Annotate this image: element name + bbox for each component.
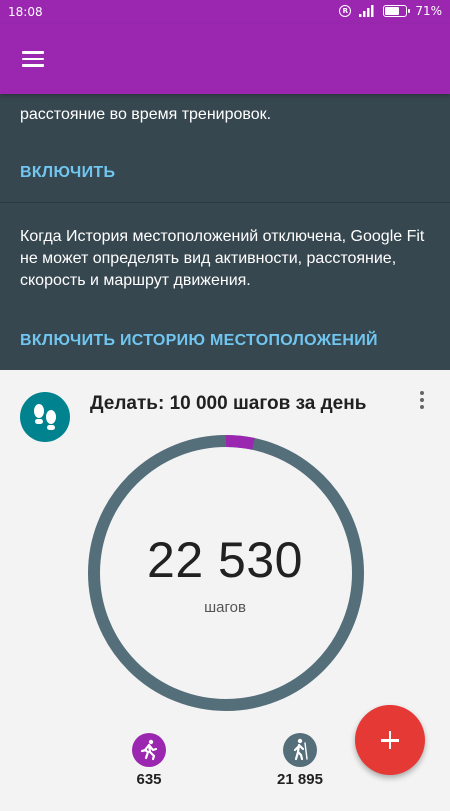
walking-value: 21 895 (277, 771, 323, 788)
running-icon (132, 733, 166, 767)
status-time: 18:08 (8, 5, 43, 19)
steps-count: 22 530 (147, 532, 303, 588)
divider (0, 202, 450, 203)
battery-icon (383, 5, 411, 17)
running-value: 635 (136, 771, 162, 788)
enable-location-history-button[interactable]: ВКЛЮЧИТЬ ИСТОРИЮ МЕСТОПОЛОЖЕНИЙ (20, 332, 378, 350)
battery-percent: 71% (415, 4, 442, 18)
goal-title: Делать: 10 000 шагов за день (90, 393, 367, 414)
status-bar: 18:08 R 71% (0, 0, 450, 24)
footsteps-icon (20, 392, 70, 442)
menu-icon[interactable] (22, 51, 48, 69)
more-vert-icon[interactable] (414, 389, 430, 413)
location-info-panel: . расстояние во время тренировок. ВКЛЮЧИ… (0, 94, 450, 370)
progress-arc (225, 435, 255, 450)
signal-icon (359, 5, 374, 17)
add-button[interactable] (355, 705, 425, 775)
status-icons: R 71% (339, 4, 442, 18)
location-history-text: Когда История местоположений отключена, … (20, 228, 425, 289)
enable-button[interactable]: ВКЛЮЧИТЬ (20, 164, 115, 182)
running-stat: 635 (120, 733, 178, 788)
registered-icon: R (339, 5, 352, 17)
walking-stat: 21 895 (264, 733, 336, 788)
partial-info-text: . расстояние во время тренировок. (20, 106, 272, 123)
app-bar (0, 24, 450, 94)
walking-icon (283, 733, 317, 767)
steps-unit: шагов (204, 599, 246, 616)
